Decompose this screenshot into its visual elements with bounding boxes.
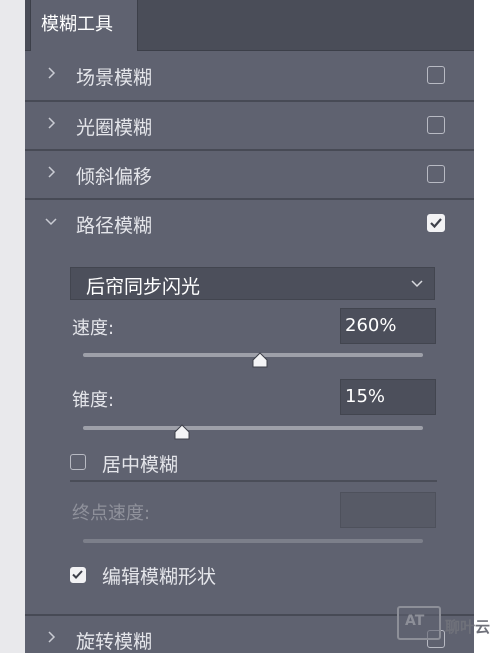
end-speed-label: 终点速度:: [72, 503, 151, 524]
left-frame-strip: [0, 0, 25, 653]
section-enable-checkbox[interactable]: [427, 214, 445, 232]
edit-blur-shapes-checkbox[interactable]: [70, 567, 86, 583]
chevron-right-icon[interactable]: [43, 629, 59, 645]
chevron-right-icon[interactable]: [43, 115, 59, 131]
section-label: 场景模糊: [76, 67, 153, 89]
chevron-right-icon[interactable]: [43, 65, 59, 81]
slider-thumb-icon[interactable]: [251, 352, 269, 368]
section-label: 光圈模糊: [76, 117, 153, 139]
watermark-logo-text: AT: [405, 613, 425, 629]
watermark: AT 聊叶云: [397, 604, 495, 646]
watermark-logo: AT: [397, 606, 441, 640]
section-label: 旋转模糊: [76, 631, 153, 653]
speed-input[interactable]: 260%: [340, 308, 436, 344]
checkmark-icon: [430, 218, 442, 229]
checkmark-icon: [72, 570, 83, 579]
section-iris-blur[interactable]: 光圈模糊: [25, 102, 474, 150]
chevron-down-icon[interactable]: [43, 213, 59, 229]
end-speed-slider-track: [83, 539, 423, 543]
speed-value: 260%: [345, 315, 397, 336]
blur-preset-select[interactable]: 后帘同步闪光: [70, 267, 435, 300]
blur-preset-value: 后帘同步闪光: [86, 276, 201, 298]
taper-slider-track[interactable]: [83, 426, 423, 430]
section-enable-checkbox[interactable]: [427, 165, 445, 183]
right-frame-strip: [474, 0, 500, 653]
tab-blur-tools[interactable]: 模糊工具: [30, 0, 138, 51]
section-label: 路径模糊: [76, 215, 153, 237]
watermark-text: 聊叶云: [445, 618, 491, 636]
section-tilt-shift[interactable]: 倾斜偏移: [25, 151, 474, 199]
chevron-right-icon[interactable]: [43, 164, 59, 180]
speed-label: 速度:: [72, 318, 115, 339]
tab-label: 模糊工具: [41, 14, 113, 35]
end-speed-input: [340, 492, 436, 528]
taper-label: 锥度:: [72, 390, 115, 411]
options-divider: [70, 480, 437, 482]
section-field-blur[interactable]: 场景模糊: [25, 52, 474, 100]
section-path-blur[interactable]: 路径模糊: [25, 200, 474, 248]
blur-tools-panel: 模糊工具 场景模糊 光圈模糊 倾斜偏移 路径模糊 后帘同步闪光 速度: 260%…: [25, 0, 474, 653]
section-label: 倾斜偏移: [76, 166, 153, 188]
edit-blur-shapes-label: 编辑模糊形状: [102, 566, 217, 588]
slider-thumb-icon[interactable]: [173, 424, 191, 440]
panel-tab-bar: 模糊工具: [25, 0, 474, 51]
center-blur-checkbox[interactable]: [70, 454, 86, 470]
center-blur-label: 居中模糊: [102, 454, 179, 476]
taper-input[interactable]: 15%: [340, 379, 436, 415]
section-enable-checkbox[interactable]: [427, 66, 445, 84]
section-enable-checkbox[interactable]: [427, 116, 445, 134]
chevron-down-icon: [410, 275, 424, 294]
taper-value: 15%: [345, 386, 386, 407]
